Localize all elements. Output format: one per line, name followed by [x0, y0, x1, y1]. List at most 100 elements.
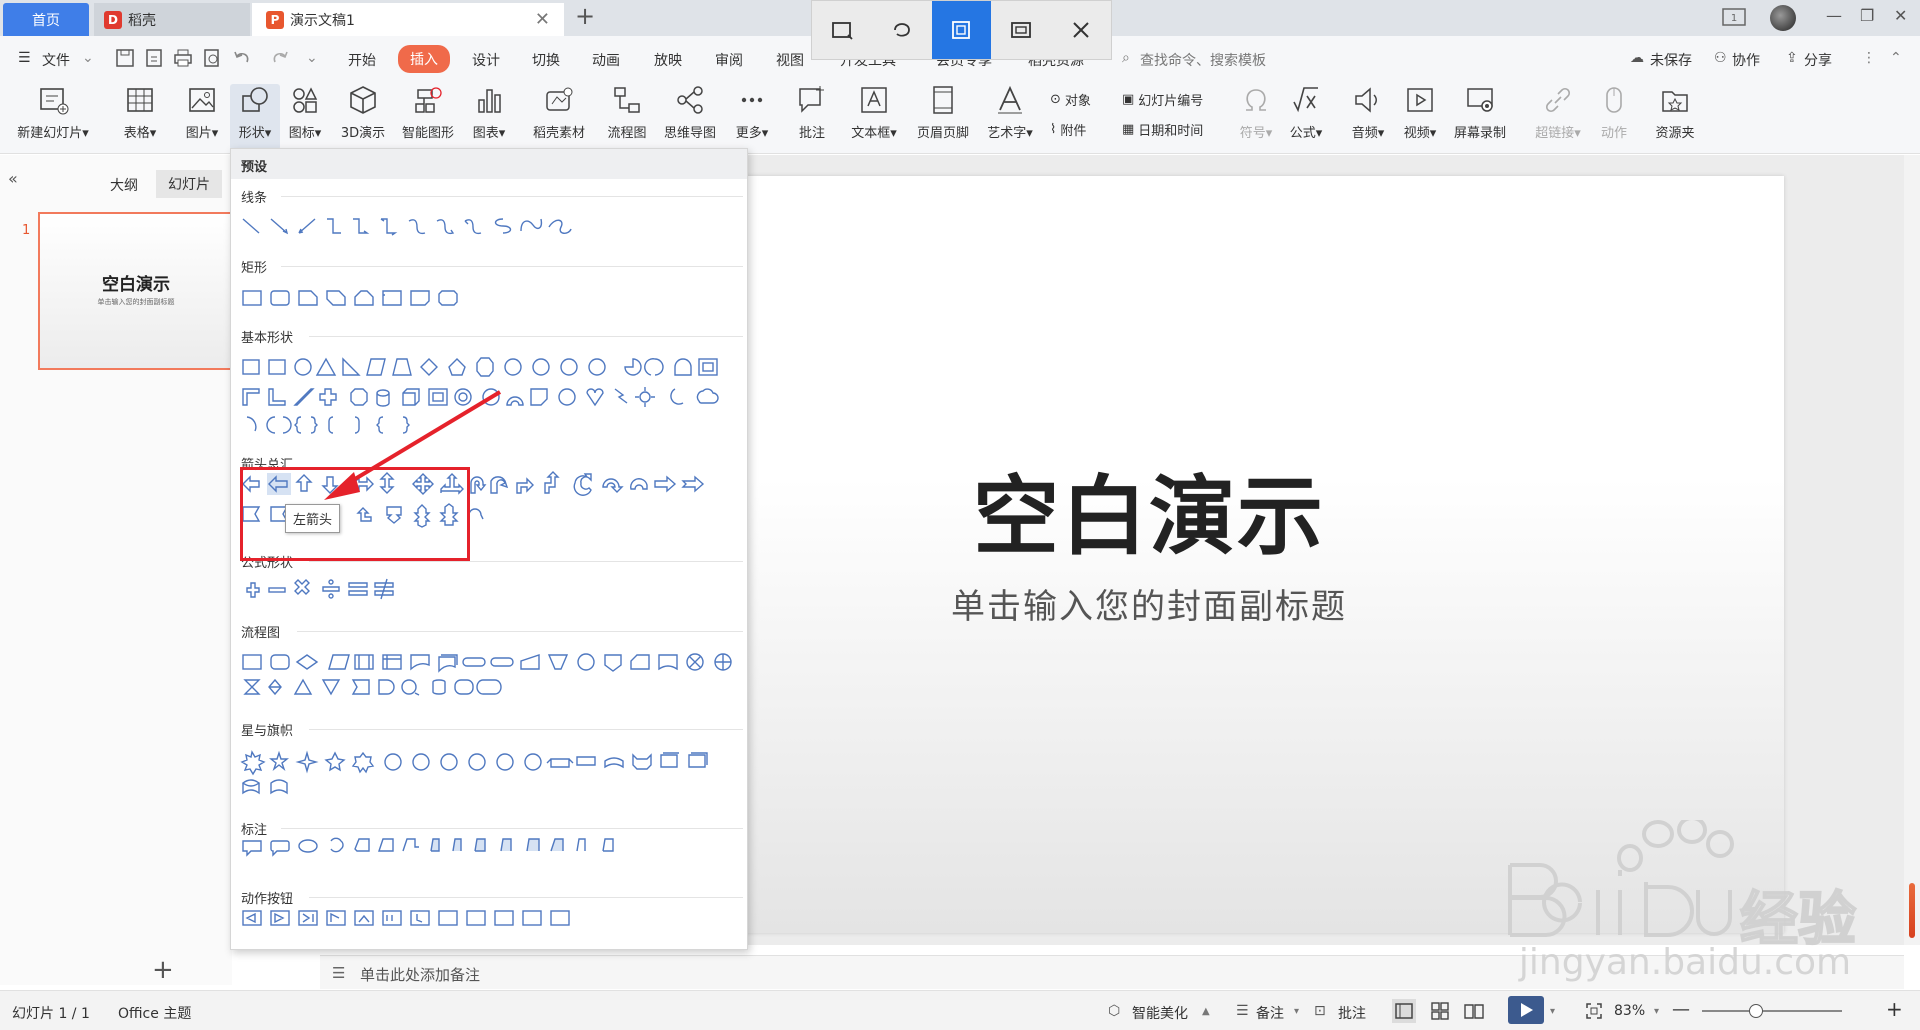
vertical-scrollbar[interactable] [1904, 155, 1920, 945]
add-tab-icon[interactable]: + [575, 2, 595, 30]
redo-icon[interactable] [270, 48, 290, 68]
fit-window-icon[interactable] [1584, 1001, 1604, 1021]
zoom-slider[interactable] [1702, 1004, 1842, 1018]
unsaved-button[interactable]: 未保存 [1650, 50, 1692, 70]
capture-close-button[interactable] [1051, 1, 1111, 59]
play-slideshow-button[interactable] [1508, 996, 1544, 1024]
minimize-icon[interactable]: — [1826, 6, 1842, 25]
capture-freeform-icon [893, 23, 910, 37]
thumb-title: 空白演示 [102, 275, 170, 295]
share-button[interactable]: 分享 [1804, 50, 1832, 70]
more-dots-icon [741, 97, 763, 103]
menu-review[interactable]: 审阅 [715, 50, 743, 70]
capture-window-button[interactable] [931, 1, 992, 59]
tab-outline[interactable]: 大纲 [110, 175, 138, 195]
menu-icon[interactable]: ☰ [18, 50, 31, 66]
tab-slides[interactable]: 幻灯片 [156, 170, 222, 198]
close-icon [1073, 22, 1089, 38]
tab-daoke[interactable]: D 稻壳 [94, 3, 250, 36]
print-icon[interactable] [173, 48, 193, 68]
datetime-button[interactable]: ▦ 日期和时间 [1122, 120, 1203, 139]
video-button[interactable]: 视频▾ [1398, 84, 1442, 141]
header-footer-button[interactable]: 页眉页脚 [912, 84, 974, 141]
mindmap-button[interactable]: 思维导图 [658, 84, 722, 141]
search-command-input[interactable]: 查找命令、搜索模板 [1140, 50, 1266, 70]
tab-document[interactable]: P 演示文稿1 ✕ [252, 3, 564, 36]
scroll-thumb[interactable] [1909, 883, 1915, 938]
notes-toggle-button[interactable]: 备注 [1256, 1003, 1284, 1023]
menu-transition[interactable]: 切换 [532, 50, 560, 70]
collab-button[interactable]: 协作 [1732, 50, 1760, 70]
theme-name[interactable]: Office 主题 [118, 1003, 191, 1023]
hyperlink-button[interactable]: 超链接▾ [1530, 84, 1586, 141]
close-tab-icon[interactable]: ✕ [535, 9, 550, 30]
notes-placeholder[interactable]: 单击此处添加备注 [360, 964, 480, 985]
screen-record-button[interactable]: 屏幕录制 [1448, 84, 1512, 141]
chart-button[interactable]: 图表▾ [466, 84, 512, 141]
save-icon[interactable] [115, 48, 135, 68]
export-pdf-icon[interactable] [144, 48, 164, 68]
picture-button[interactable]: 图片▾ [178, 84, 226, 141]
more-button[interactable]: 更多▾ [730, 84, 774, 141]
cube-icon [350, 86, 376, 114]
flowchart-button[interactable]: 流程图 [602, 84, 652, 141]
quick-access-dropdown-icon[interactable]: ⌄ [306, 50, 318, 66]
new-slide-button[interactable]: 新建幻灯片▾ [10, 84, 96, 141]
attachment-button[interactable]: ⌇ 附件 [1050, 120, 1086, 139]
collapse-ribbon-icon[interactable]: ⌃ [1890, 50, 1902, 66]
table-icon [127, 88, 153, 112]
close-window-icon[interactable]: ✕ [1894, 6, 1907, 25]
tab-home[interactable]: 首页 [3, 3, 89, 36]
menu-view[interactable]: 视图 [776, 50, 804, 70]
restore-icon[interactable]: ❐ [1860, 6, 1874, 25]
menu-design[interactable]: 设计 [472, 50, 500, 70]
file-dropdown-icon[interactable]: ⌄ [82, 50, 94, 66]
picture-icon [189, 88, 215, 112]
smart-beautify-button[interactable]: 智能美化 [1132, 1003, 1188, 1023]
resource-folder-button[interactable]: 资源夹 [1650, 84, 1700, 141]
capture-rect-button[interactable] [812, 1, 872, 59]
slide-count-icon[interactable]: 1 [1722, 8, 1746, 26]
textbox-button[interactable]: 文本框▾ [846, 84, 902, 141]
formula-button[interactable]: 公式▾ [1284, 84, 1328, 141]
normal-view-button[interactable] [1392, 999, 1416, 1023]
print-preview-icon[interactable] [202, 48, 222, 68]
3d-demo-button[interactable]: 3D演示 [334, 84, 392, 141]
slide-sorter-icon[interactable] [1428, 999, 1452, 1023]
svg-text:1: 1 [1731, 13, 1737, 24]
file-menu[interactable]: 文件 [42, 50, 70, 70]
daoke-material-button[interactable]: 稻壳素材 [528, 84, 590, 141]
zoom-out-icon[interactable]: — [1672, 999, 1690, 1020]
add-slide-icon[interactable]: + [152, 955, 174, 985]
zoom-level[interactable]: 83% [1614, 1003, 1645, 1019]
icon-button[interactable]: 图标▾ [282, 84, 328, 141]
more-options-icon[interactable]: ⋮ [1862, 50, 1876, 66]
slide-thumbnail[interactable]: 空白演示 单击输入您的封面副标题 [38, 212, 234, 370]
capture-fullscreen-button[interactable] [991, 1, 1051, 59]
slide-number-button[interactable]: ▣ 幻灯片编号 [1122, 90, 1203, 109]
audio-button[interactable]: 音频▾ [1346, 84, 1390, 141]
action-button[interactable]: 动作 [1594, 84, 1634, 141]
comment-button[interactable]: 批注 [792, 84, 832, 141]
zoom-slider-knob[interactable] [1748, 1004, 1763, 1018]
wordart-button[interactable]: 艺术字▾ [982, 84, 1038, 141]
object-button[interactable]: ⊙ 对象 [1050, 90, 1091, 109]
menu-slideshow[interactable]: 放映 [654, 50, 682, 70]
undo-icon[interactable] [232, 48, 252, 68]
shape-button[interactable]: 形状▾ [230, 84, 280, 150]
omega-icon [1246, 89, 1266, 111]
reading-view-icon[interactable] [1462, 999, 1486, 1023]
comment-toggle-button[interactable]: 批注 [1338, 1003, 1366, 1023]
table-button[interactable]: 表格▾ [116, 84, 164, 141]
avatar[interactable] [1770, 5, 1796, 31]
capture-freeform-button[interactable] [872, 1, 932, 59]
menu-animation[interactable]: 动画 [592, 50, 620, 70]
collapse-panel-icon[interactable]: « [8, 169, 18, 188]
normal-view-icon [1395, 1003, 1413, 1019]
zoom-in-icon[interactable]: + [1886, 997, 1903, 1021]
menu-start[interactable]: 开始 [348, 50, 376, 70]
menu-insert[interactable]: 插入 [398, 45, 450, 73]
symbol-button[interactable]: 符号▾ [1234, 84, 1278, 141]
smart-graphic-button[interactable]: 智能图形 [396, 84, 460, 141]
play-options-icon[interactable]: ▾ [1550, 1006, 1555, 1017]
